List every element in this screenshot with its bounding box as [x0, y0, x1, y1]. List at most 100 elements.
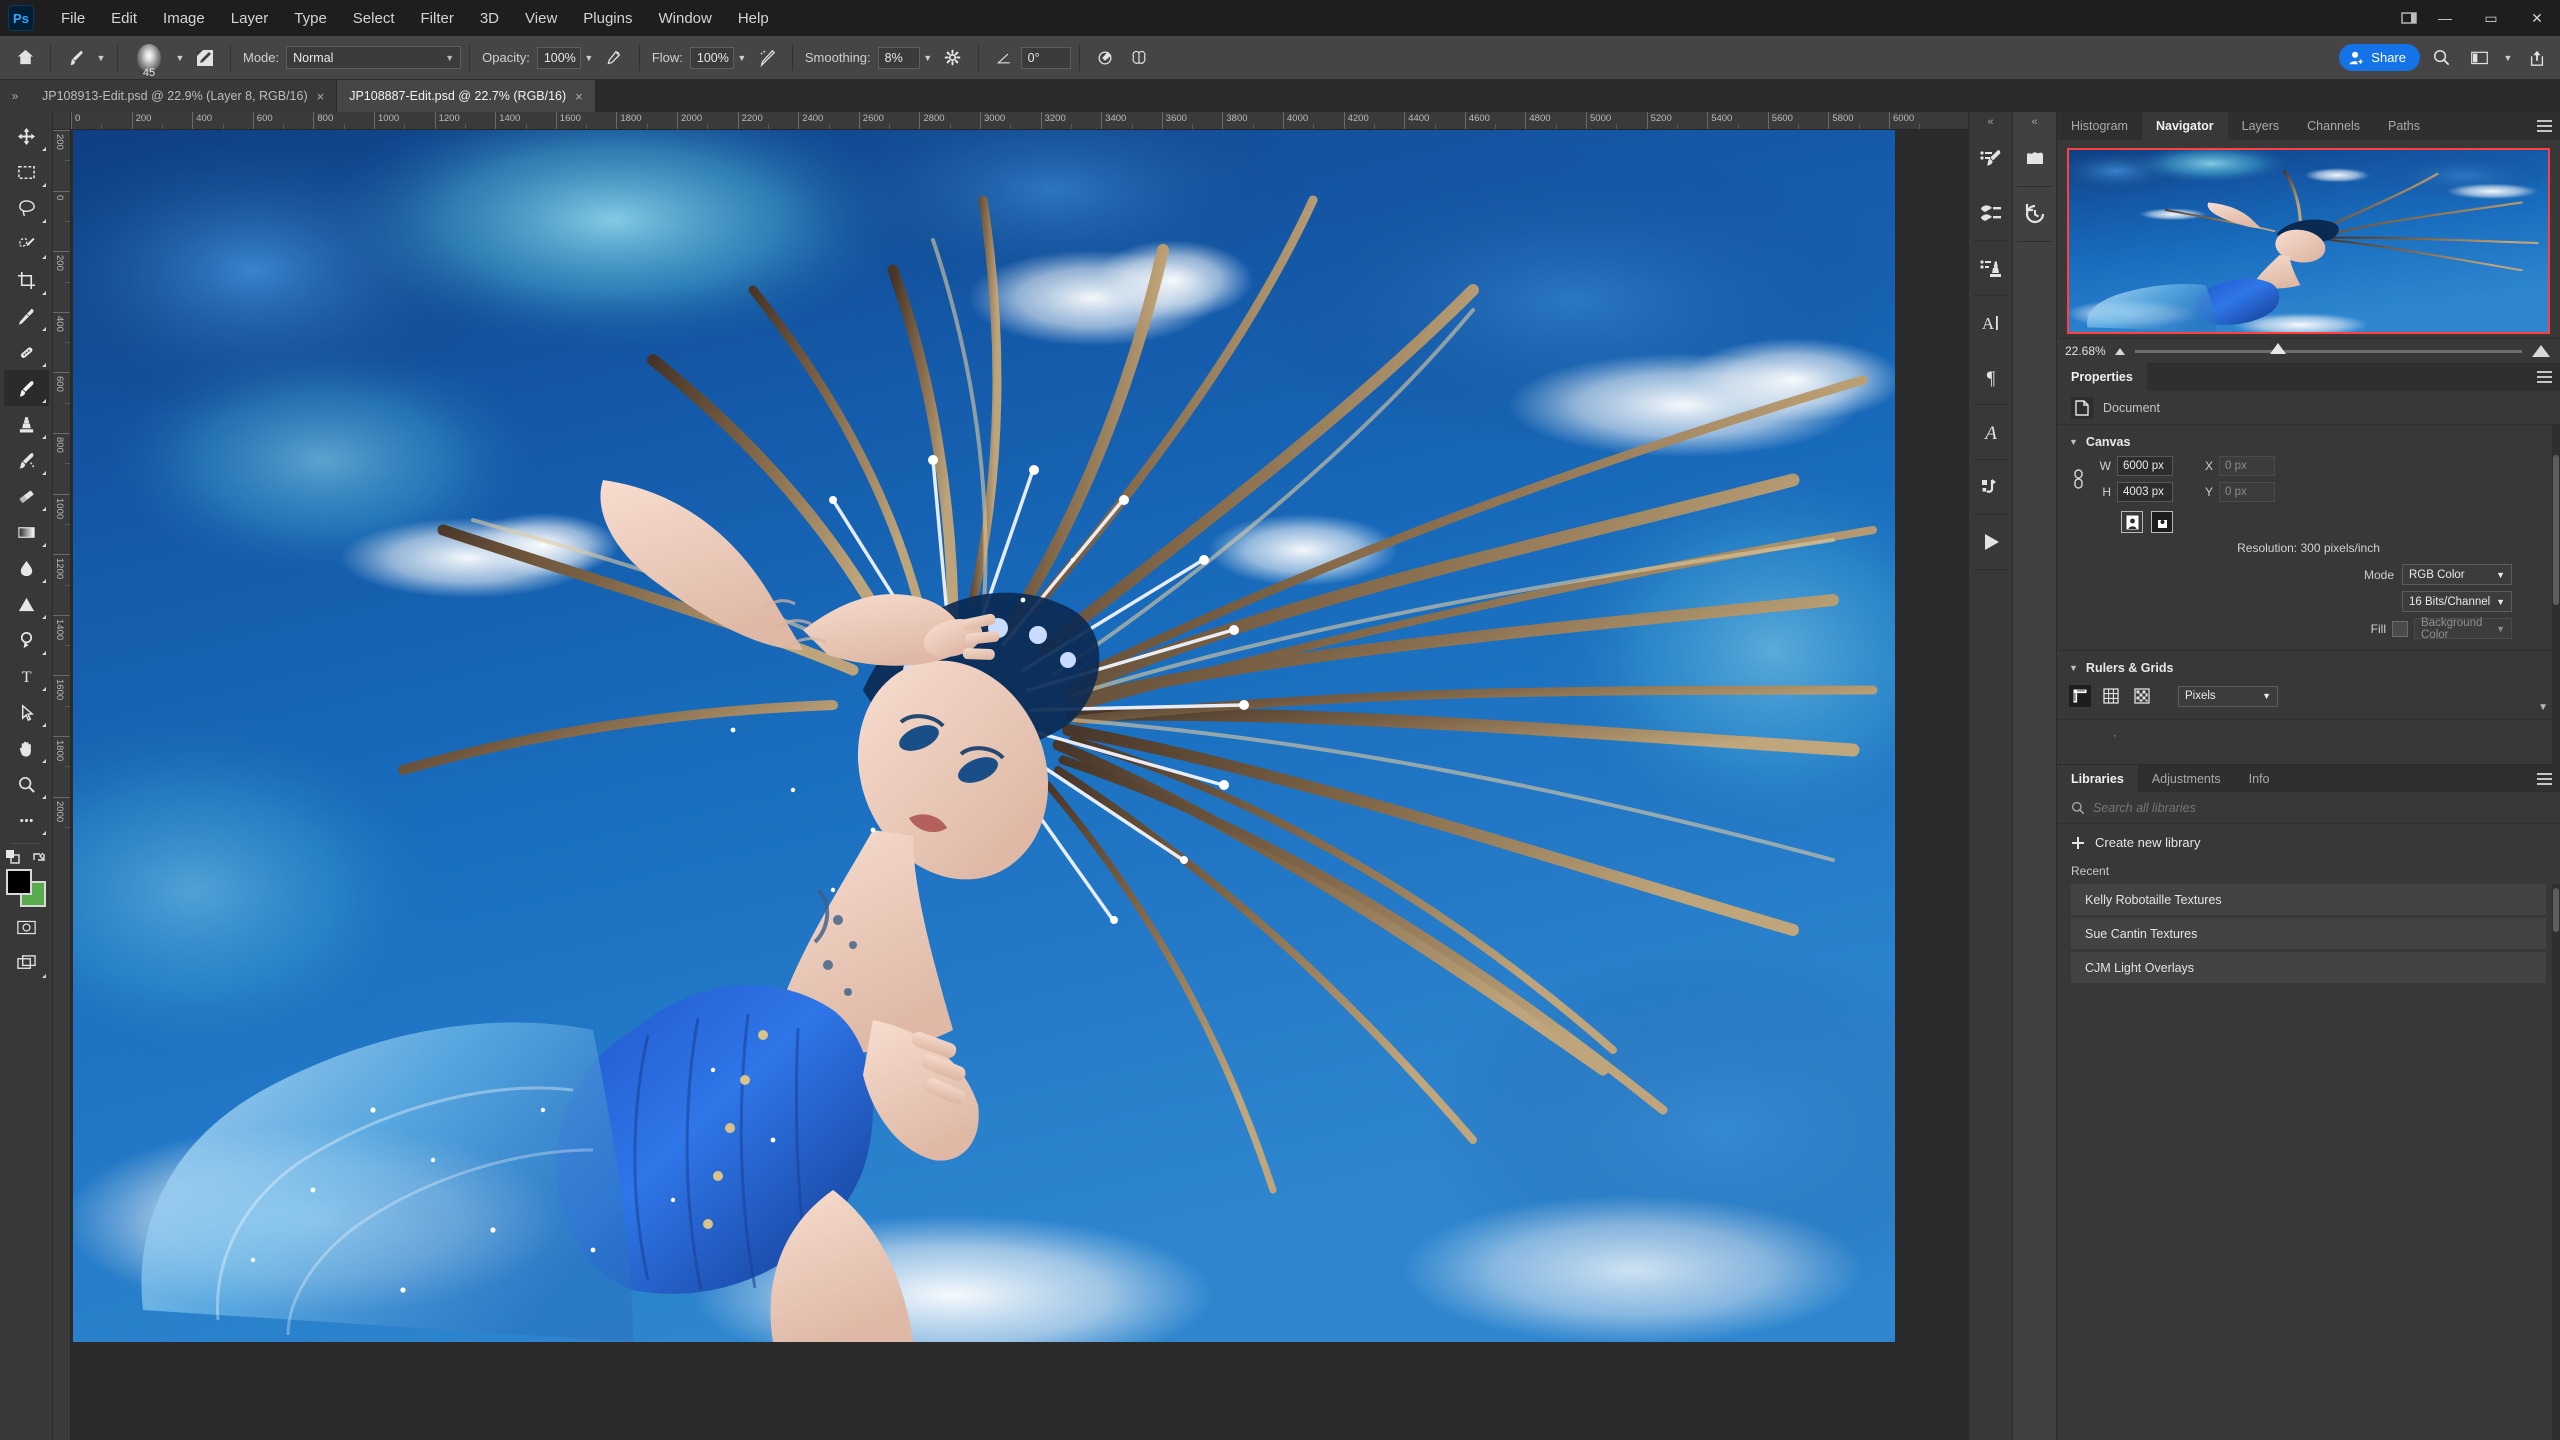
- color-mode-select[interactable]: RGB Color ▼: [2402, 564, 2512, 585]
- airbrush-icon[interactable]: [750, 41, 784, 75]
- ruler-units-select[interactable]: Pixels ▼: [2178, 686, 2278, 707]
- notes-panel-icon[interactable]: [2013, 132, 2056, 186]
- eyedropper-tool[interactable]: [4, 298, 49, 334]
- zoom-tool[interactable]: [4, 766, 49, 802]
- close-icon[interactable]: ×: [575, 89, 583, 104]
- brush-preset-chevron-down-icon[interactable]: ▼: [172, 43, 188, 73]
- brush-angle-input[interactable]: 0°: [1021, 47, 1071, 69]
- opacity-chevron-down-icon[interactable]: ▼: [581, 43, 597, 73]
- home-icon[interactable]: [8, 41, 42, 75]
- dodge-tool[interactable]: [4, 586, 49, 622]
- portrait-orientation-icon[interactable]: [2121, 511, 2143, 533]
- transparency-grid-icon[interactable]: [2131, 685, 2153, 707]
- minimize-button[interactable]: —: [2422, 0, 2468, 36]
- screen-mode-icon[interactable]: [4, 945, 49, 981]
- canvas-section-header[interactable]: ▼ Canvas: [2057, 431, 2560, 453]
- menu-type[interactable]: Type: [281, 4, 340, 33]
- chevron-down-icon[interactable]: ▼: [2538, 702, 2548, 713]
- actions-panel-icon[interactable]: [1969, 515, 2012, 569]
- type-tool[interactable]: T: [4, 658, 49, 694]
- smoothing-input[interactable]: 8%: [878, 47, 920, 69]
- menu-view[interactable]: View: [512, 4, 570, 33]
- document-tab-2[interactable]: JP108887-Edit.psd @ 22.7% (RGB/16) ×: [337, 80, 596, 112]
- share-button[interactable]: Share: [2339, 44, 2420, 71]
- history-brush-tool[interactable]: [4, 442, 49, 478]
- tab-layers[interactable]: Layers: [2228, 112, 2294, 140]
- brush-tool[interactable]: [4, 370, 49, 406]
- navigator-zoom-slider[interactable]: [2135, 350, 2522, 353]
- move-tool[interactable]: [4, 118, 49, 154]
- brush-presets-panel-icon[interactable]: [1969, 186, 2012, 240]
- libraries-scrollbar[interactable]: [2552, 884, 2560, 1440]
- paragraph-panel-icon[interactable]: ¶: [1969, 350, 2012, 404]
- y-input[interactable]: 0 px: [2219, 482, 2275, 502]
- tab-libraries[interactable]: Libraries: [2057, 765, 2138, 792]
- menu-edit[interactable]: Edit: [98, 4, 150, 33]
- brush-preset-picker[interactable]: 45: [126, 38, 172, 78]
- flow-chevron-down-icon[interactable]: ▼: [734, 43, 750, 73]
- collapse-panel-icon[interactable]: «: [2013, 112, 2056, 132]
- collapse-panel-icon[interactable]: «: [1969, 112, 2012, 132]
- workspace-switcher-icon[interactable]: [2396, 5, 2422, 31]
- navigator-zoom-handle[interactable]: [2270, 343, 2286, 354]
- default-colors-icon[interactable]: [5, 849, 21, 865]
- menu-file[interactable]: File: [48, 4, 98, 33]
- zoom-out-icon[interactable]: [2115, 348, 2125, 355]
- quick-mask-icon[interactable]: [4, 909, 49, 945]
- swap-colors-icon[interactable]: [31, 849, 47, 865]
- history-panel-icon[interactable]: [2013, 187, 2056, 241]
- lasso-tool[interactable]: [4, 190, 49, 226]
- clone-source-panel-icon[interactable]: [1969, 241, 2012, 295]
- tab-channels[interactable]: Channels: [2293, 112, 2374, 140]
- width-input[interactable]: 6000 px: [2117, 456, 2173, 476]
- document-canvas[interactable]: [73, 130, 1895, 1342]
- horizontal-ruler[interactable]: 0200400600800100012001400160018002000220…: [53, 112, 1968, 130]
- path-selection-tool[interactable]: [4, 694, 49, 730]
- vertical-ruler[interactable]: 2000200400600800100012001400160018002000: [53, 130, 71, 1440]
- object-selection-tool[interactable]: [4, 226, 49, 262]
- tab-paths[interactable]: Paths: [2374, 112, 2434, 140]
- clone-stamp-tool[interactable]: [4, 406, 49, 442]
- library-item-3[interactable]: CJM Light Overlays: [2071, 952, 2546, 983]
- character-panel-icon[interactable]: A: [1969, 296, 2012, 350]
- share-export-icon[interactable]: [2520, 41, 2554, 75]
- gradient-tool[interactable]: [4, 514, 49, 550]
- library-item-1[interactable]: Kelly Robotaille Textures: [2071, 884, 2546, 915]
- gear-icon[interactable]: [936, 41, 970, 75]
- menu-select[interactable]: Select: [340, 4, 408, 33]
- navigator-zoom-value[interactable]: 22.68%: [2057, 344, 2115, 358]
- symmetry-butterfly-icon[interactable]: [1122, 41, 1156, 75]
- pressure-opacity-icon[interactable]: [597, 41, 631, 75]
- create-new-library-button[interactable]: Create new library: [2057, 824, 2560, 861]
- navigator-thumbnail[interactable]: [2067, 148, 2550, 334]
- document-tab-1[interactable]: JP108913-Edit.psd @ 22.9% (Layer 8, RGB/…: [30, 80, 337, 112]
- brush-tool-icon[interactable]: [59, 41, 93, 75]
- foreground-color-swatch[interactable]: [6, 869, 32, 895]
- arrange-documents-icon[interactable]: [2462, 41, 2496, 75]
- arrange-chevron-down-icon[interactable]: ▼: [2500, 43, 2516, 73]
- landscape-orientation-icon[interactable]: [2151, 511, 2173, 533]
- edit-toolbar-tool[interactable]: [4, 802, 49, 838]
- opacity-input[interactable]: 100%: [537, 47, 581, 69]
- search-input[interactable]: [2093, 801, 2546, 815]
- grid-icon[interactable]: [2100, 685, 2122, 707]
- chevron-double-right-icon[interactable]: »: [0, 80, 30, 112]
- tab-adjustments[interactable]: Adjustments: [2138, 765, 2235, 792]
- fill-select[interactable]: Background Color ▼: [2414, 618, 2512, 639]
- tab-navigator[interactable]: Navigator: [2142, 112, 2228, 140]
- close-icon[interactable]: ×: [317, 89, 325, 104]
- ruler-icon[interactable]: [2069, 685, 2091, 707]
- height-input[interactable]: 4003 px: [2117, 482, 2173, 502]
- fill-color-swatch[interactable]: [2392, 621, 2408, 637]
- smoothing-chevron-down-icon[interactable]: ▼: [920, 43, 936, 73]
- brush-tool-preset-chevron-down-icon[interactable]: ▼: [93, 43, 109, 73]
- rulers-grids-header[interactable]: ▼ Rulers & Grids: [2057, 657, 2560, 679]
- panel-menu-icon[interactable]: [2537, 363, 2552, 391]
- eraser-tool[interactable]: [4, 478, 49, 514]
- brush-settings-icon[interactable]: [188, 41, 222, 75]
- menu-filter[interactable]: Filter: [408, 4, 467, 33]
- tab-histogram[interactable]: Histogram: [2057, 112, 2142, 140]
- maximize-button[interactable]: ▭: [2468, 0, 2514, 36]
- hand-tool[interactable]: [4, 730, 49, 766]
- pressure-size-icon[interactable]: [1088, 41, 1122, 75]
